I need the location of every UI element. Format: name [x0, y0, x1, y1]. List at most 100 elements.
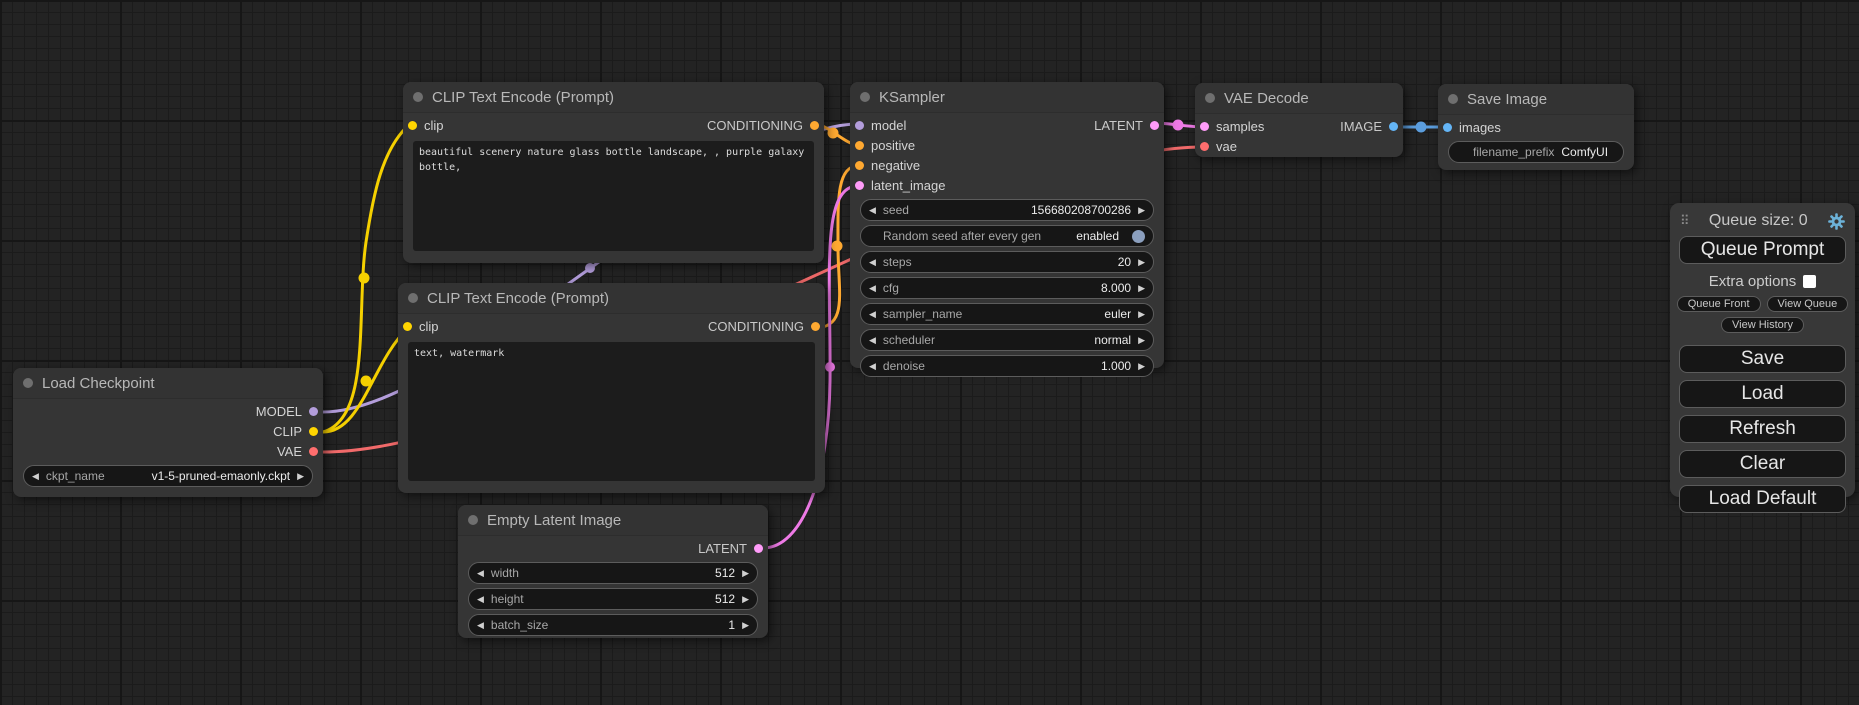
- drag-handle-icon[interactable]: ⠿: [1680, 213, 1689, 229]
- node-title-bar[interactable]: Load Checkpoint: [13, 368, 323, 399]
- next-arrow-icon[interactable]: ▶: [742, 595, 749, 604]
- ckpt-name-widget[interactable]: ◀ ckpt_name v1-5-pruned-emaonly.ckpt ▶: [23, 465, 313, 487]
- settings-gear-icon[interactable]: [1828, 213, 1845, 230]
- view-queue-button[interactable]: View Queue: [1767, 296, 1849, 312]
- prev-arrow-icon[interactable]: ◀: [477, 595, 484, 604]
- prev-arrow-icon[interactable]: ◀: [869, 362, 876, 371]
- node-title-bar[interactable]: CLIP Text Encode (Prompt): [398, 283, 825, 314]
- sampler-name-widget[interactable]: ◀ sampler_name euler ▶: [860, 303, 1154, 325]
- latent-slot-icon[interactable]: [1150, 121, 1159, 130]
- next-arrow-icon[interactable]: ▶: [1138, 310, 1145, 319]
- node-load-checkpoint[interactable]: Load Checkpoint MODEL CLIP VAE ◀ ckpt_na…: [13, 368, 323, 497]
- clear-button[interactable]: Clear: [1679, 450, 1846, 478]
- graph-canvas[interactable]: Load Checkpoint MODEL CLIP VAE ◀ ckpt_na…: [0, 0, 1859, 705]
- collapse-dot-icon[interactable]: [408, 293, 418, 303]
- width-widget[interactable]: ◀ width 512 ▶: [468, 562, 758, 584]
- image-slot-icon[interactable]: [1389, 122, 1398, 131]
- input-clip[interactable]: clip: [403, 319, 439, 334]
- node-empty-latent-image[interactable]: Empty Latent Image LATENT ◀ width 512 ▶ …: [458, 505, 768, 638]
- input-samples[interactable]: samples: [1200, 119, 1264, 134]
- prev-arrow-icon[interactable]: ◀: [477, 621, 484, 630]
- input-vae[interactable]: vae: [1200, 139, 1237, 154]
- seed-widget[interactable]: ◀ seed 156680208700286 ▶: [860, 199, 1154, 221]
- input-clip[interactable]: clip: [408, 118, 444, 133]
- model-slot-icon[interactable]: [309, 407, 318, 416]
- cfg-widget[interactable]: ◀ cfg 8.000 ▶: [860, 277, 1154, 299]
- next-arrow-icon[interactable]: ▶: [1138, 362, 1145, 371]
- output-vae[interactable]: VAE: [277, 444, 318, 459]
- prev-arrow-icon[interactable]: ◀: [32, 472, 39, 481]
- collapse-dot-icon[interactable]: [468, 515, 478, 525]
- next-arrow-icon[interactable]: ▶: [1138, 258, 1145, 267]
- prev-arrow-icon[interactable]: ◀: [869, 206, 876, 215]
- prev-arrow-icon[interactable]: ◀: [869, 336, 876, 345]
- node-save-image[interactable]: Save Image images filename_prefix ComfyU…: [1438, 84, 1634, 170]
- node-title-bar[interactable]: VAE Decode: [1195, 83, 1403, 114]
- output-model[interactable]: MODEL: [256, 404, 318, 419]
- conditioning-slot-icon[interactable]: [855, 141, 864, 150]
- output-conditioning[interactable]: CONDITIONING: [708, 319, 820, 334]
- node-title-bar[interactable]: Empty Latent Image: [458, 505, 768, 536]
- image-slot-icon[interactable]: [1443, 123, 1452, 132]
- latent-slot-icon[interactable]: [754, 544, 763, 553]
- prev-arrow-icon[interactable]: ◀: [869, 284, 876, 293]
- prev-arrow-icon[interactable]: ◀: [869, 258, 876, 267]
- output-image[interactable]: IMAGE: [1340, 119, 1398, 134]
- vae-slot-icon[interactable]: [309, 447, 318, 456]
- node-clip-text-encode-positive[interactable]: CLIP Text Encode (Prompt) clip CONDITION…: [403, 82, 824, 263]
- view-history-button[interactable]: View History: [1721, 317, 1804, 333]
- batch-size-widget[interactable]: ◀ batch_size 1 ▶: [468, 614, 758, 636]
- next-arrow-icon[interactable]: ▶: [1138, 284, 1145, 293]
- clip-slot-icon[interactable]: [309, 427, 318, 436]
- load-button[interactable]: Load: [1679, 380, 1846, 408]
- clip-slot-icon[interactable]: [408, 121, 417, 130]
- height-widget[interactable]: ◀ height 512 ▶: [468, 588, 758, 610]
- collapse-dot-icon[interactable]: [1448, 94, 1458, 104]
- clip-slot-icon[interactable]: [403, 322, 412, 331]
- extra-options-checkbox[interactable]: [1803, 275, 1816, 288]
- node-title-bar[interactable]: CLIP Text Encode (Prompt): [403, 82, 824, 113]
- next-arrow-icon[interactable]: ▶: [1138, 206, 1145, 215]
- vae-slot-icon[interactable]: [1200, 142, 1209, 151]
- prompt-textarea[interactable]: text, watermark: [408, 342, 815, 481]
- prev-arrow-icon[interactable]: ◀: [477, 569, 484, 578]
- collapse-dot-icon[interactable]: [1205, 93, 1215, 103]
- input-negative[interactable]: negative: [855, 158, 920, 173]
- save-button[interactable]: Save: [1679, 345, 1846, 373]
- next-arrow-icon[interactable]: ▶: [297, 472, 304, 481]
- refresh-button[interactable]: Refresh: [1679, 415, 1846, 443]
- input-images[interactable]: images: [1443, 120, 1501, 135]
- queue-front-button[interactable]: Queue Front: [1677, 296, 1761, 312]
- collapse-dot-icon[interactable]: [23, 378, 33, 388]
- load-default-button[interactable]: Load Default: [1679, 485, 1846, 513]
- input-positive[interactable]: positive: [855, 138, 915, 153]
- toggle-dot-icon[interactable]: [1132, 230, 1145, 243]
- collapse-dot-icon[interactable]: [860, 92, 870, 102]
- latent-slot-icon[interactable]: [1200, 122, 1209, 131]
- next-arrow-icon[interactable]: ▶: [1138, 336, 1145, 345]
- prev-arrow-icon[interactable]: ◀: [869, 310, 876, 319]
- conditioning-slot-icon[interactable]: [855, 161, 864, 170]
- node-vae-decode[interactable]: VAE Decode samples IMAGE vae: [1195, 83, 1403, 157]
- steps-widget[interactable]: ◀ steps 20 ▶: [860, 251, 1154, 273]
- node-ksampler[interactable]: KSampler model LATENT positive negative …: [850, 82, 1164, 368]
- output-latent[interactable]: LATENT: [698, 541, 763, 556]
- output-conditioning[interactable]: CONDITIONING: [707, 118, 819, 133]
- queue-prompt-button[interactable]: Queue Prompt: [1679, 236, 1846, 264]
- next-arrow-icon[interactable]: ▶: [742, 569, 749, 578]
- scheduler-widget[interactable]: ◀ scheduler normal ▶: [860, 329, 1154, 351]
- collapse-dot-icon[interactable]: [413, 92, 423, 102]
- node-title-bar[interactable]: KSampler: [850, 82, 1164, 113]
- node-title-bar[interactable]: Save Image: [1438, 84, 1634, 115]
- node-clip-text-encode-negative[interactable]: CLIP Text Encode (Prompt) clip CONDITION…: [398, 283, 825, 493]
- output-latent[interactable]: LATENT: [1094, 118, 1159, 133]
- latent-slot-icon[interactable]: [855, 181, 864, 190]
- filename-prefix-widget[interactable]: filename_prefix ComfyUI: [1448, 141, 1624, 163]
- next-arrow-icon[interactable]: ▶: [742, 621, 749, 630]
- model-slot-icon[interactable]: [855, 121, 864, 130]
- random-seed-toggle-widget[interactable]: Random seed after every gen enabled: [860, 225, 1154, 247]
- denoise-widget[interactable]: ◀ denoise 1.000 ▶: [860, 355, 1154, 377]
- output-clip[interactable]: CLIP: [273, 424, 318, 439]
- conditioning-slot-icon[interactable]: [811, 322, 820, 331]
- input-model[interactable]: model: [855, 118, 906, 133]
